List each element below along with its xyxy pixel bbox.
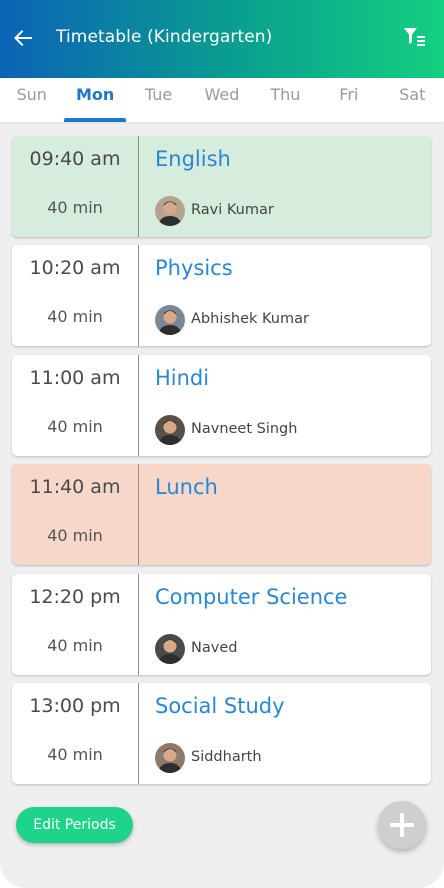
tab-fri[interactable]: Fri — [317, 78, 380, 122]
period-duration: 40 min — [47, 636, 103, 655]
day-tabs: Sun Mon Tue Wed Thu Fri Sat — [0, 78, 444, 122]
period-duration: 40 min — [47, 417, 103, 436]
period-start-time: 11:00 am — [29, 367, 121, 389]
back-button[interactable] — [8, 22, 38, 54]
period-duration: 40 min — [47, 307, 103, 326]
tab-thu[interactable]: Thu — [254, 78, 317, 122]
period-start-time: 13:00 pm — [29, 695, 121, 717]
teacher-avatar — [155, 415, 185, 445]
period-subject: Computer Science — [155, 585, 348, 609]
period-subject: Hindi — [155, 366, 210, 390]
period-time-column: 09:40 am 40 min — [12, 136, 139, 237]
period-subject: Lunch — [155, 475, 218, 499]
teacher-name: Naved — [191, 640, 238, 656]
period-time-column: 11:00 am 40 min — [12, 355, 139, 456]
teacher-avatar — [155, 634, 185, 664]
period-time-column: 12:20 pm 40 min — [12, 574, 139, 675]
period-subject: Social Study — [155, 694, 285, 718]
teacher-avatar — [155, 743, 185, 773]
filter-list-icon — [404, 28, 425, 46]
edit-periods-button[interactable]: Edit Periods — [16, 807, 133, 843]
teacher-name: Ravi Kumar — [191, 202, 274, 218]
period-card[interactable]: 13:00 pm 40 min Social Study Siddharth — [12, 683, 431, 784]
period-start-time: 10:20 am — [29, 257, 121, 279]
filter-button[interactable] — [403, 27, 427, 49]
period-card[interactable]: 09:40 am 40 min English Ravi Kumar — [12, 136, 431, 237]
period-start-time: 09:40 am — [29, 148, 121, 170]
period-card[interactable]: 10:20 am 40 min Physics Abhishek Kumar — [12, 245, 431, 346]
period-duration: 40 min — [47, 745, 103, 764]
period-time-column: 10:20 am 40 min — [12, 245, 139, 346]
teacher-name: Siddharth — [191, 749, 262, 765]
teacher-name: Abhishek Kumar — [191, 311, 309, 327]
period-subject: Physics — [155, 256, 233, 280]
tab-wed[interactable]: Wed — [190, 78, 253, 122]
page-title: Timetable (Kindergarten) — [56, 27, 273, 47]
period-subject: English — [155, 147, 231, 171]
period-time-column: 13:00 pm 40 min — [12, 683, 139, 784]
plus-icon — [390, 813, 414, 837]
tab-sun[interactable]: Sun — [0, 78, 63, 122]
add-period-button[interactable] — [378, 801, 426, 849]
teacher-name: Navneet Singh — [191, 421, 298, 437]
tab-mon[interactable]: Mon — [63, 78, 127, 122]
tab-tue[interactable]: Tue — [127, 78, 190, 122]
period-card[interactable]: 11:40 am 40 min Lunch — [12, 464, 431, 565]
arrow-left-icon — [14, 30, 32, 46]
period-start-time: 11:40 am — [29, 476, 121, 498]
period-card[interactable]: 12:20 pm 40 min Computer Science Naved — [12, 574, 431, 675]
tab-sat[interactable]: Sat — [381, 78, 444, 122]
teacher-avatar — [155, 196, 185, 226]
period-start-time: 12:20 pm — [29, 586, 121, 608]
app-header: Timetable (Kindergarten) — [0, 0, 444, 78]
teacher-avatar — [155, 305, 185, 335]
period-card[interactable]: 11:00 am 40 min Hindi Navneet Singh — [12, 355, 431, 456]
timetable-screen: Timetable (Kindergarten) Sun Mon Tue Wed Thu… — [0, 0, 444, 888]
period-time-column: 11:40 am 40 min — [12, 464, 139, 565]
period-duration: 40 min — [47, 198, 103, 217]
period-duration: 40 min — [47, 526, 103, 545]
